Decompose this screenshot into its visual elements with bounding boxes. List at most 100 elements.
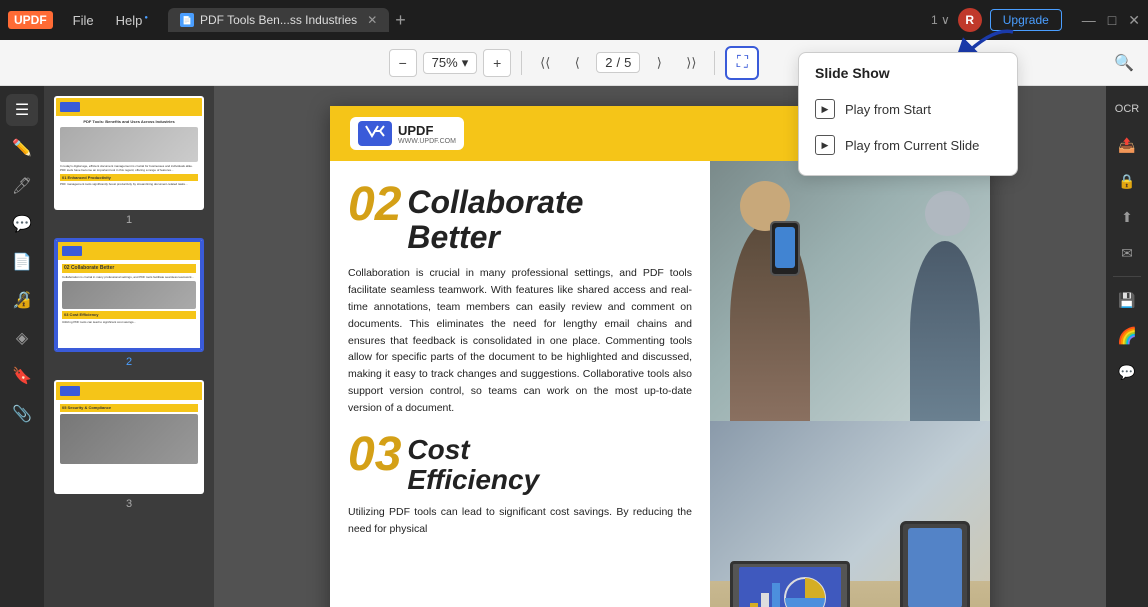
laptop-screen [730,561,850,607]
zoom-dropdown-icon: ▾ [462,55,469,71]
section-03-number: 03 [348,431,401,479]
thumb-3-label: 3 [54,498,204,510]
thumb-3-img [60,414,198,464]
right-icon-share[interactable]: ⬆ [1112,202,1142,232]
thumb-1-body: PDF Tools: Benefits and Uses Across Indu… [56,116,202,189]
menu-file[interactable]: File [63,9,104,32]
thumb-2-section03: 03 Cost Efficiency [62,311,196,319]
section-02-number: 02 [348,181,401,229]
tab-close-btn[interactable]: ✕ [367,13,377,27]
upgrade-button[interactable]: Upgrade [990,9,1062,31]
tab-pdf-icon: 📄 [180,13,194,27]
thumb-2-page: 02 Collaborate Better Collaboration is c… [54,238,204,352]
page-sep: / [616,55,620,70]
phone-shape [770,221,800,276]
play-from-start-option[interactable]: ▶ Play from Start [799,91,1017,127]
add-tab-btn[interactable]: + [395,10,406,31]
thumb-3-page: 05 Security & Compliance [54,380,204,494]
thumbnail-page-1[interactable]: PDF Tools: Benefits and Uses Across Indu… [54,96,204,226]
sidebar-icon-pages[interactable]: 📄 [6,246,38,278]
section-02-title: CollaborateBetter [407,181,583,255]
thumb-1-title: PDF Tools: Benefits and Uses Across Indu… [60,119,198,125]
tab-area: 📄 PDF Tools Ben...ss Industries ✕ + [168,8,931,32]
thumb-3-section05: 05 Security & Compliance [60,404,198,412]
thumbnail-page-3[interactable]: 05 Security & Compliance 3 [54,380,204,510]
thumb-1-content: PDF Tools: Benefits and Uses Across Indu… [56,98,202,208]
section-02-body: Collaboration is crucial in many profess… [348,265,692,416]
sidebar-icon-comment[interactable]: 💬 [6,208,38,240]
sidebar-icon-bookmark[interactable]: 🔖 [6,360,38,392]
thumb-2-label: 2 [54,356,204,368]
thumb-2-text: Collaboration is crucial in many profess… [62,275,196,279]
right-icon-rainbow[interactable]: 🌈 [1112,321,1142,351]
right-icon-chat[interactable]: 💬 [1112,357,1142,387]
section-02-header: 02 CollaborateBetter [348,181,692,255]
thumb-1-section: 01 Enhanced Productivity [60,174,198,182]
section-03-title-block: CostEfficiency [407,431,539,497]
updf-logo-icon [358,121,392,146]
title-bar: UPDF File Help 📄 PDF Tools Ben...ss Indu… [0,0,1148,40]
sidebar-icon-attach[interactable]: 📎 [6,398,38,430]
tab-label: PDF Tools Ben...ss Industries [200,13,357,27]
pdf-image-top [710,161,990,421]
maximize-btn[interactable]: □ [1108,12,1116,29]
right-icon-lock[interactable]: 🔒 [1112,166,1142,196]
app-logo: UPDF [8,11,53,29]
right-icon-extract[interactable]: 📤 [1112,130,1142,160]
right-sidebar: OCR 📤 🔒 ⬆ ✉ 💾 🌈 💬 [1106,86,1148,607]
zoom-display[interactable]: 75% ▾ [423,52,478,74]
left-sidebar: ☰ ✏️ 🖊 💬 📄 🔏 ◈ 🔖 📎 [0,86,44,607]
tablet-shape [900,521,970,607]
thumb-1-text2: PDF management tools significantly boost… [60,182,198,186]
updf-name: UPDF [398,123,456,138]
close-btn[interactable]: ✕ [1128,12,1140,29]
pdf-page: UPDF WWW.UPDF.COM 02 CollaborateBetter [330,106,990,607]
sidebar-icon-annotate[interactable]: 🖊 [6,170,38,202]
page-last-btn[interactable]: ⟩⟩ [678,50,704,76]
page-display[interactable]: 2 / 5 [596,52,640,73]
zoom-out-btn[interactable]: − [389,49,417,77]
pdf-logo-area: UPDF WWW.UPDF.COM [350,117,464,150]
section-03-title: CostEfficiency [407,431,539,497]
thumb-2-content: 02 Collaborate Better Collaboration is c… [56,240,202,350]
sidebar-icon-view[interactable]: ☰ [6,94,38,126]
menu-help[interactable]: Help [106,9,158,32]
slideshow-btn[interactable]: ⛶ [725,46,759,80]
page-prev-btn[interactable]: ⟨ [564,50,590,76]
thumb-2-text2: Utilizing PDF tools can lead to signific… [62,320,196,324]
thumb-2-body: 02 Collaborate Better Collaboration is c… [58,260,200,327]
active-tab[interactable]: 📄 PDF Tools Ben...ss Industries ✕ [168,8,389,32]
person-shape-2 [910,241,980,421]
sidebar-icon-layers[interactable]: ◈ [6,322,38,354]
zoom-level: 75% [432,55,458,70]
section-03-header: 03 CostEfficiency [348,431,692,497]
thumb-2-section02: 02 Collaborate Better [62,264,196,273]
pdf-columns: 02 CollaborateBetter Collaboration is cr… [330,161,990,607]
section-02-title-block: CollaborateBetter [407,181,583,255]
laptop-screen-content [739,567,842,607]
avatar[interactable]: R [958,8,982,32]
thumb-1-label: 1 [54,214,204,226]
play-from-current-icon: ▶ [815,135,835,155]
thumb-3-header [56,382,202,400]
minimize-btn[interactable]: — [1082,12,1096,29]
sidebar-icon-stamp[interactable]: 🔏 [6,284,38,316]
search-right-btn[interactable]: 🔍 [1114,53,1134,73]
page-next-btn[interactable]: ⟩ [646,50,672,76]
zoom-in-btn[interactable]: + [483,49,511,77]
thumb-2-img [62,281,196,309]
face-shape-2 [925,191,970,236]
pdf-image-bottom [710,421,990,607]
page-first-btn[interactable]: ⟨⟨ [532,50,558,76]
thumb-1-text: In today's digital age, efficient docume… [60,164,198,173]
slideshow-title: Slide Show [799,65,1017,91]
right-sidebar-divider [1113,276,1141,277]
right-icon-save[interactable]: 💾 [1112,285,1142,315]
right-icon-ocr[interactable]: OCR [1112,94,1142,124]
thumbnail-page-2[interactable]: 02 Collaborate Better Collaboration is c… [54,238,204,368]
thumb-2-logo [62,246,82,256]
menu-bar: File Help [63,9,158,32]
play-from-current-option[interactable]: ▶ Play from Current Slide [799,127,1017,163]
sidebar-icon-edit[interactable]: ✏️ [6,132,38,164]
right-icon-mail[interactable]: ✉ [1112,238,1142,268]
